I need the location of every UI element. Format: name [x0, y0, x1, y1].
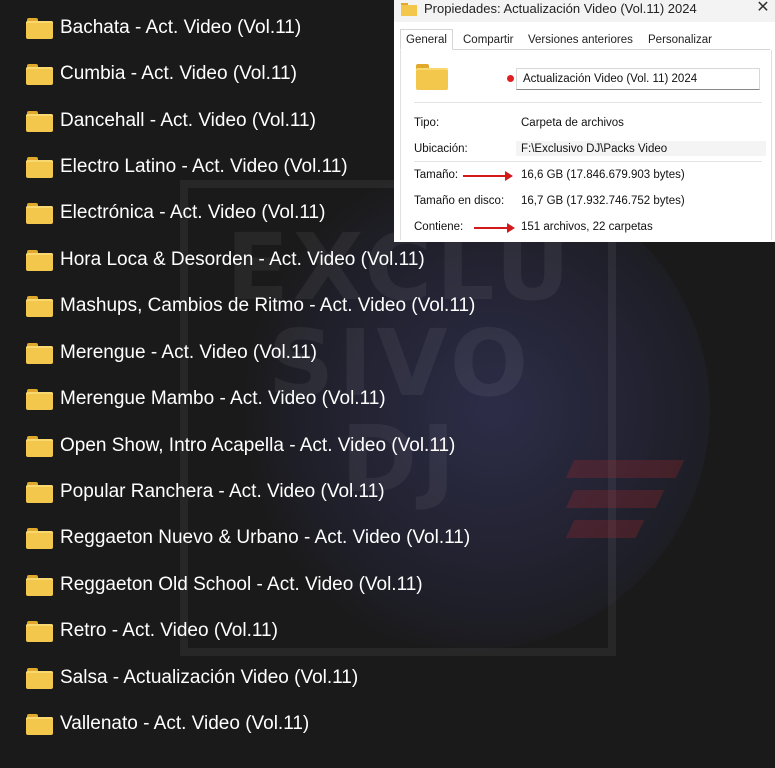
folder-item[interactable]: Electro Latino - Act. Video (Vol.11) [26, 152, 348, 182]
divider [414, 102, 762, 103]
folder-item[interactable]: Popular Ranchera - Act. Video (Vol.11) [26, 477, 385, 507]
watermark-stripe [565, 520, 645, 538]
disk-size-label: Tamaño en disco: [414, 195, 505, 207]
folder-item[interactable]: Cumbia - Act. Video (Vol.11) [26, 59, 297, 89]
folder-icon [26, 17, 53, 39]
close-icon[interactable]: ✕ [751, 0, 775, 18]
properties-dialog: Propiedades: Actualización Video (Vol.11… [394, 0, 775, 242]
folder-name: Open Show, Intro Acapella - Act. Video (… [60, 435, 456, 456]
folder-name-field[interactable]: Actualización Video (Vol. 11) 2024 [516, 68, 760, 90]
size-value: 16,6 GB (17.846.679.903 bytes) [521, 169, 685, 181]
folder-item[interactable]: Vallenato - Act. Video (Vol.11) [26, 709, 309, 739]
folder-icon [26, 202, 53, 224]
folder-name: Mashups, Cambios de Ritmo - Act. Video (… [60, 295, 476, 316]
folder-icon [26, 249, 53, 271]
folder-name: Merengue - Act. Video (Vol.11) [60, 342, 318, 363]
annotation-dot [507, 75, 514, 82]
tab-compartir[interactable]: Compartir [458, 29, 518, 49]
size-label: Tamaño: [414, 169, 459, 181]
folder-name: Electro Latino - Act. Video (Vol.11) [60, 156, 348, 177]
divider [414, 161, 762, 162]
folder-name: Electrónica - Act. Video (Vol.11) [60, 202, 326, 223]
folder-icon [26, 435, 53, 457]
folder-name: Cumbia - Act. Video (Vol.11) [60, 63, 297, 84]
folder-icon [26, 574, 53, 596]
folder-name: Merengue Mambo - Act. Video (Vol.11) [60, 388, 386, 409]
folder-name: Bachata - Act. Video (Vol.11) [60, 17, 302, 38]
folder-icon [26, 388, 53, 410]
folder-item[interactable]: Merengue Mambo - Act. Video (Vol.11) [26, 384, 386, 414]
folder-item[interactable]: Salsa - Actualización Video (Vol.11) [26, 663, 358, 693]
folder-name: Retro - Act. Video (Vol.11) [60, 620, 278, 641]
folder-icon [401, 3, 417, 16]
folder-icon [26, 110, 53, 132]
folder-item[interactable]: Hora Loca & Desorden - Act. Video (Vol.1… [26, 245, 425, 275]
folder-item[interactable]: Reggaeton Nuevo & Urbano - Act. Video (V… [26, 523, 470, 553]
folder-item[interactable]: Dancehall - Act. Video (Vol.11) [26, 106, 316, 136]
type-label: Tipo: [414, 117, 440, 129]
folder-item[interactable]: Electrónica - Act. Video (Vol.11) [26, 198, 325, 228]
tab-bar: General Compartir Versiones anteriores P… [400, 29, 770, 50]
folder-item[interactable]: Merengue - Act. Video (Vol.11) [26, 338, 317, 368]
disk-size-value: 16,7 GB (17.932.746.752 bytes) [521, 195, 685, 207]
dialog-title-bar[interactable]: Propiedades: Actualización Video (Vol.11… [394, 0, 775, 22]
folder-icon [26, 481, 53, 503]
red-arrow-icon [474, 223, 515, 233]
folder-icon [26, 620, 53, 642]
folder-name: Dancehall - Act. Video (Vol.11) [60, 110, 316, 131]
folder-name: Popular Ranchera - Act. Video (Vol.11) [60, 481, 385, 502]
folder-icon [26, 63, 53, 85]
folder-icon [26, 527, 53, 549]
red-arrow-icon [463, 171, 513, 181]
tab-versiones-anteriores[interactable]: Versiones anteriores [523, 29, 638, 49]
folder-icon [26, 295, 53, 317]
folder-item[interactable]: Reggaeton Old School - Act. Video (Vol.1… [26, 570, 423, 600]
dialog-title: Propiedades: Actualización Video (Vol.11… [424, 1, 697, 16]
folder-item[interactable]: Bachata - Act. Video (Vol.11) [26, 13, 301, 43]
folder-item[interactable]: Mashups, Cambios de Ritmo - Act. Video (… [26, 291, 475, 321]
watermark-stripe [565, 460, 685, 478]
folder-item[interactable]: Retro - Act. Video (Vol.11) [26, 616, 278, 646]
location-value[interactable]: F:\Exclusivo DJ\Packs Video [521, 143, 667, 155]
folder-name: Vallenato - Act. Video (Vol.11) [60, 713, 310, 734]
folder-icon [26, 342, 53, 364]
folder-icon [416, 64, 448, 90]
watermark-stripe [565, 490, 665, 508]
folder-name: Reggaeton Nuevo & Urbano - Act. Video (V… [60, 527, 471, 548]
location-label: Ubicación: [414, 143, 468, 155]
folder-item[interactable]: Open Show, Intro Acapella - Act. Video (… [26, 431, 455, 461]
folder-icon [26, 713, 53, 735]
type-value: Carpeta de archivos [521, 117, 624, 129]
tab-general[interactable]: General [400, 29, 453, 50]
tab-personalizar[interactable]: Personalizar [643, 29, 717, 49]
contains-value: 151 archivos, 22 carpetas [521, 221, 653, 233]
folder-name: Salsa - Actualización Video (Vol.11) [60, 667, 359, 688]
folder-name: Hora Loca & Desorden - Act. Video (Vol.1… [60, 249, 425, 270]
folder-name: Reggaeton Old School - Act. Video (Vol.1… [60, 574, 423, 595]
folder-icon [26, 156, 53, 178]
folder-icon [26, 667, 53, 689]
contains-label: Contiene: [414, 221, 464, 233]
